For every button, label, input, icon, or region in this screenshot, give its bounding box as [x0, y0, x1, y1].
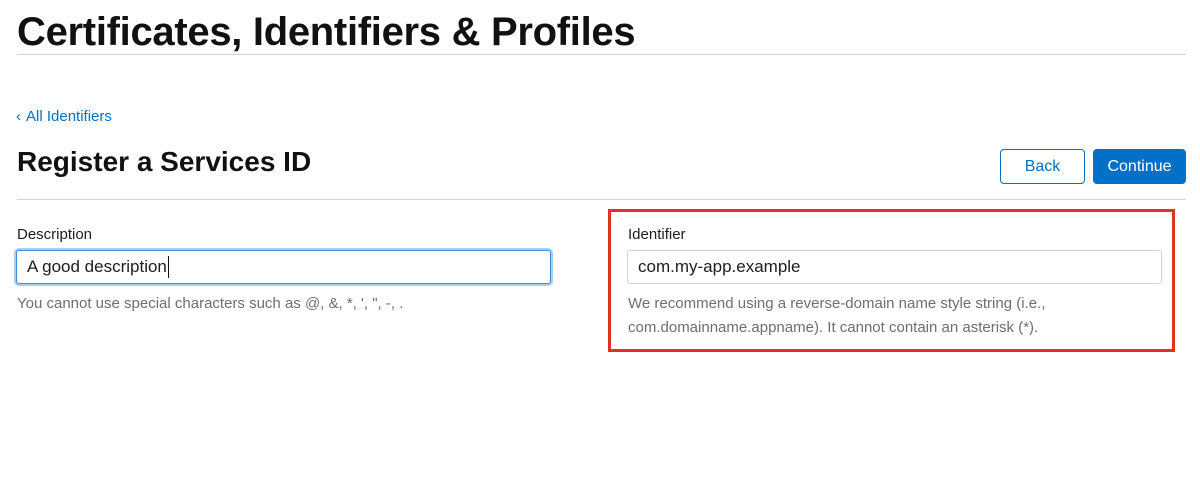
continue-button[interactable]: Continue	[1093, 149, 1186, 184]
all-identifiers-link[interactable]: ‹ All Identifiers	[16, 107, 112, 127]
identifier-label: Identifier	[628, 226, 686, 243]
description-label: Description	[17, 226, 93, 243]
page: Certificates, Identifiers & Profiles ‹ Al…	[0, 0, 1200, 504]
text-caret	[167, 256, 169, 278]
description-input-value: A good description	[27, 257, 167, 276]
identifier-help-line-1: We recommend using a reverse-domain name…	[628, 295, 1046, 312]
chevron-left-icon: ‹	[16, 108, 21, 125]
identifier-help-line-2: com.domainname.appname). It cannot conta…	[628, 319, 1039, 336]
description-help-text: You cannot use special characters such a…	[17, 295, 404, 312]
title-divider	[17, 54, 1186, 55]
identifier-input-value: com.my-app.example	[638, 257, 801, 276]
section-title: Register a Services ID	[17, 146, 312, 177]
section-divider	[17, 199, 1186, 200]
identifier-input[interactable]: com.my-app.example	[627, 250, 1162, 284]
all-identifiers-label: All Identifiers	[26, 108, 112, 125]
back-button[interactable]: Back	[1000, 149, 1085, 184]
page-title: Certificates, Identifiers & Profiles	[17, 10, 636, 54]
identifier-help-text: We recommend using a reverse-domain name…	[628, 292, 1148, 340]
description-input[interactable]: A good description	[16, 250, 551, 284]
